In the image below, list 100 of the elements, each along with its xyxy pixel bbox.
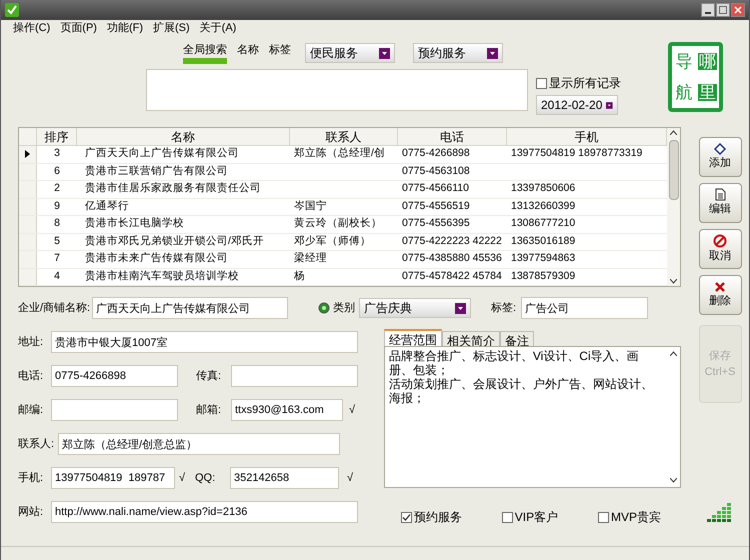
field-label: 类别 [333, 300, 355, 316]
field-label: 手机: [18, 470, 44, 486]
input-field[interactable]: 广告公司 [521, 297, 648, 319]
menu-item[interactable]: 页面(P) [60, 20, 97, 36]
category-select[interactable]: 广告庆典 [359, 298, 471, 318]
table-cell-text: 0775-4266898 [401, 146, 471, 162]
input-field[interactable]: 352142658 [230, 467, 339, 489]
table-cell-text: 郑立陈（总经理/创 [293, 146, 386, 162]
table-row[interactable]: 8 贵港市长江电脑学校 黄云玲（副校长） 0775-4556395 13086777210 [19, 216, 667, 234]
action-button[interactable]: 取消 [698, 229, 742, 269]
column-header[interactable]: 电话 [398, 128, 507, 145]
search-tab[interactable]: 标签 [269, 42, 291, 64]
field-label: 传真: [196, 368, 222, 384]
table-row[interactable]: 4 贵港市桂南汽车驾驶员培训学校 杨 0775-4578422 45784 13878579309 [19, 268, 667, 286]
menu-item[interactable]: 操作(C) [13, 20, 50, 36]
maximize-button[interactable] [716, 3, 730, 17]
text-area[interactable]: 品牌整合推广、标志设计、Vi设计、Ci导入、画册、包装； 活动策划推广、会展设计、户外广告、网站设计、海报； [384, 346, 681, 488]
table-cell-text: 岑国宁 [293, 198, 328, 214]
checkbox-label: 预约服务 [414, 509, 462, 526]
checkbox-label: MVP贵宾 [610, 509, 661, 526]
current-row-icon [25, 150, 30, 158]
table-cell-text: 0775-4385880 45536 [401, 251, 503, 266]
input-field[interactable]: 郑立陈（总经理/创意总监） [58, 433, 340, 455]
signal-strength-icon [707, 501, 733, 523]
field-label: 地址: [18, 334, 44, 350]
field-label: 企业/商铺名称: [18, 300, 90, 316]
table-cell-text: 13878579309 [510, 268, 576, 284]
option-checkbox[interactable]: VIP客户 [502, 508, 558, 526]
service-select[interactable]: 预约服务 [413, 43, 503, 63]
scroll-up-icon [670, 130, 677, 135]
table-row[interactable]: 9 亿通琴行 岑国宁 0775-4556519 13132660399 [19, 198, 667, 216]
table-cell-text: 13635016189 [510, 234, 576, 249]
input-field[interactable]: 广西天天向上广告传媒有限公司 [92, 297, 288, 319]
minimize-button[interactable] [701, 3, 715, 17]
valid-mark: √ [179, 470, 186, 486]
option-checkbox[interactable]: 预约服务 [400, 508, 462, 526]
valid-mark: √ [347, 470, 354, 486]
field-label: 电话: [18, 368, 44, 384]
table-cell-text: 13086777210 [510, 216, 576, 232]
table-row[interactable]: 3 广西天天向上广告传媒有限公司 郑立陈（总经理/创 0775-4266898 13977504819 18978773319 [19, 146, 667, 164]
prohibited-icon [713, 234, 727, 248]
field-label: 标签: [491, 300, 518, 316]
table-cell-text: 贵港市桂南汽车驾驶员培训学校 [84, 268, 240, 284]
service-select[interactable]: 便民服务 [305, 43, 395, 63]
action-button[interactable]: 编辑 [698, 183, 742, 223]
action-button[interactable]: 添加 [698, 137, 742, 177]
table-row[interactable]: 5 贵港市邓氏兄弟锁业开锁公司/邓氏开 邓少军（师傅） 0775-4222223 42222 13635016189 [19, 234, 667, 251]
table-cell-text: 广西天天向上广告传媒有限公司 [84, 146, 240, 162]
logo-character: 导 [675, 53, 692, 70]
table-cell-text: 0775-4556395 [401, 216, 471, 232]
checkbox[interactable] [598, 512, 609, 522]
app-check-icon [5, 3, 19, 17]
input-field[interactable]: 贵港市中银大厦1007室 [51, 331, 358, 353]
table-cell-text: 13977594863 [510, 251, 576, 266]
menu-item[interactable]: 功能(F) [106, 20, 143, 36]
input-field[interactable]: http://www.nali.name/view.asp?id=2136 [51, 501, 358, 523]
field-label: 联系人: [18, 436, 56, 452]
scroll-thumb[interactable] [668, 140, 678, 200]
close-button[interactable] [731, 3, 745, 17]
column-header[interactable]: 联系人 [290, 128, 398, 145]
table-cell-text: 5 [53, 234, 61, 249]
table-cell-text: 贵港市佳居乐家政服务有限责任公司 [84, 181, 262, 196]
checkbox-label: 显示所有记录 [549, 75, 621, 92]
show-all-checkbox[interactable]: 显示所有记录 [536, 74, 636, 92]
table-cell-text: 4 [53, 268, 61, 284]
logo-character: 里 [698, 84, 717, 101]
table-cell-text: 7 [53, 251, 61, 266]
checkbox[interactable] [400, 512, 412, 522]
table-row[interactable]: 7 贵港市未来广告传媒有限公司 梁经理 0775-4385880 45536 13977594863 [19, 251, 667, 268]
detail-tab[interactable]: 备注 [500, 331, 534, 346]
radio-icon[interactable] [318, 302, 330, 314]
input-field[interactable]: 13977504819 189787 [51, 467, 175, 489]
table-row[interactable]: 2 贵港市佳居乐家政服务有限责任公司 0775-4566110 13397850606 [19, 181, 667, 198]
checkbox[interactable] [502, 512, 513, 522]
option-checkbox[interactable]: MVP贵宾 [598, 508, 661, 526]
menu-item[interactable]: 关于(A) [200, 20, 236, 36]
input-field[interactable]: ttxs930@163.com [231, 399, 343, 421]
logo-character: 哪 [698, 53, 717, 70]
search-tab[interactable]: 名称 [237, 42, 259, 64]
table-row[interactable]: 6 贵港市三联营销广告有限公司 0775-4563108 [19, 164, 667, 181]
table-cell-text: 13397850606 [510, 181, 576, 196]
document-icon [714, 188, 726, 202]
action-button[interactable]: 删除 [698, 275, 742, 315]
date-picker[interactable]: 2012-02-20 [536, 95, 618, 115]
table-cell-text: 13977504819 18978773319 [510, 146, 644, 162]
input-field[interactable] [51, 399, 178, 421]
input-field[interactable]: 0775-4266898 [51, 365, 178, 387]
input-field[interactable] [231, 365, 358, 387]
search-field[interactable] [146, 69, 528, 111]
table-cell-text: 梁经理 [293, 251, 328, 266]
cross-icon [714, 280, 726, 293]
menu-item[interactable]: 扩展(S) [153, 20, 190, 36]
column-header[interactable]: 名称 [77, 128, 290, 145]
column-header[interactable]: 排序 [37, 128, 77, 145]
scroll-down-icon [670, 279, 677, 284]
table-cell-text: 贵港市长江电脑学校 [84, 216, 185, 232]
valid-mark: √ [349, 402, 356, 418]
detail-tab[interactable]: 经营范围 [384, 329, 442, 346]
checkbox[interactable] [536, 78, 547, 88]
table-cell-text: 0775-4556519 [401, 198, 471, 214]
